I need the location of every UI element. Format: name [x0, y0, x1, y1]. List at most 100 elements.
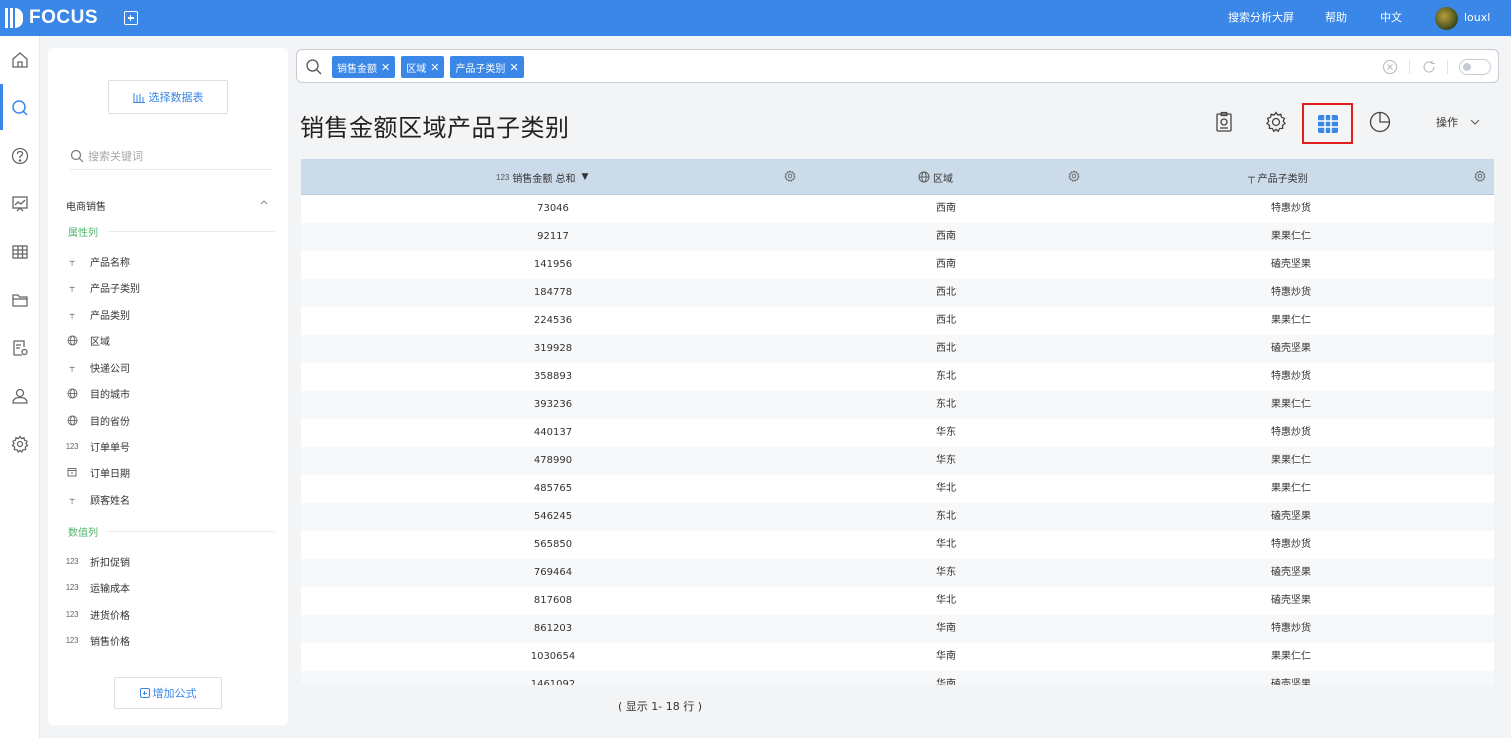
column-item[interactable]: ┬ 顾客姓名: [66, 491, 130, 507]
search-icon[interactable]: [305, 58, 323, 76]
search-icon: [70, 149, 84, 162]
table-cell: 西南: [936, 231, 956, 242]
chevron-down-icon: [1470, 119, 1480, 125]
table-row[interactable]: 485765 华北 果果仁仁: [301, 475, 1494, 503]
column-item[interactable]: ┬ 产品子类别: [66, 279, 140, 295]
column-item[interactable]: 订单日期: [66, 464, 130, 480]
column-settings-icon[interactable]: [784, 170, 796, 182]
table-row[interactable]: 141956 西南 磕壳坚果: [301, 251, 1494, 279]
nav-language[interactable]: 中文: [1380, 0, 1402, 36]
search-icon[interactable]: [10, 98, 30, 118]
nav-search-dashboard[interactable]: 搜索分析大屏: [1228, 0, 1294, 36]
table-cell: 1030654: [530, 651, 576, 662]
geo-type-icon: [66, 387, 78, 399]
home-icon[interactable]: [10, 50, 30, 70]
column-header-region[interactable]: 区域: [918, 159, 953, 195]
divider: [108, 531, 275, 532]
pie-chart-icon[interactable]: [1368, 110, 1392, 134]
column-item[interactable]: ┬ 快递公司: [66, 359, 130, 375]
table-row[interactable]: 478990 华东 果果仁仁: [301, 447, 1494, 475]
table-row[interactable]: 224536 西北 果果仁仁: [301, 307, 1494, 335]
user-icon[interactable]: [10, 386, 30, 406]
table-icon[interactable]: [10, 242, 30, 262]
clipboard-icon[interactable]: [1212, 110, 1236, 134]
table-row[interactable]: 817608 华北 磕壳坚果: [301, 587, 1494, 615]
add-formula-button[interactable]: 增加公式: [114, 677, 222, 709]
date-type-icon: [66, 466, 78, 478]
column-item[interactable]: 目的城市: [66, 385, 130, 401]
table-row[interactable]: 184778 西北 特惠炒货: [301, 279, 1494, 307]
column-settings-icon[interactable]: [1068, 170, 1080, 182]
table-group-title[interactable]: 电商销售: [66, 198, 106, 213]
table-row[interactable]: 440137 华东 特惠炒货: [301, 419, 1494, 447]
table-cell: 华北: [936, 595, 956, 606]
table-cell: 果果仁仁: [1271, 455, 1311, 466]
column-item[interactable]: 123 折扣促销: [66, 553, 130, 569]
number-type-icon: 123: [65, 582, 79, 592]
operations-dropdown[interactable]: 操作: [1436, 114, 1480, 130]
column-item[interactable]: ┬ 产品名称: [66, 253, 130, 269]
help-icon[interactable]: [10, 146, 30, 166]
chevron-up-icon[interactable]: [260, 198, 268, 206]
toggle-switch[interactable]: [1459, 59, 1491, 75]
column-item[interactable]: 目的省份: [66, 412, 130, 428]
add-formula-label: 增加公式: [152, 687, 197, 700]
column-item[interactable]: 123 订单单号: [66, 438, 130, 454]
search-bar[interactable]: 销售金额 ✕ 区域 ✕ 产品子类别 ✕: [296, 49, 1499, 83]
report-settings-icon[interactable]: [10, 338, 30, 358]
column-item[interactable]: 123 进货价格: [66, 606, 130, 622]
main-area: 销售金额 ✕ 区域 ✕ 产品子类别 ✕ 销售金额区域产品子类别 操作 123 销售: [296, 48, 1503, 730]
folder-icon[interactable]: [10, 290, 30, 310]
table-row[interactable]: 73046 西南 特惠炒货: [301, 195, 1494, 223]
table-cell: 西南: [936, 259, 956, 270]
table-row[interactable]: 565850 华北 特惠炒货: [301, 531, 1494, 559]
column-header-sales[interactable]: 123 销售金额 总和 ▼: [496, 159, 588, 195]
table-row[interactable]: 546245 东北 磕壳坚果: [301, 503, 1494, 531]
table-row[interactable]: 1461092 华南 磕壳坚果: [301, 671, 1494, 685]
column-item[interactable]: 123 运输成本: [66, 579, 130, 595]
username[interactable]: louxl: [1464, 0, 1490, 36]
table-row[interactable]: 769464 华东 磕壳坚果: [301, 559, 1494, 587]
column-header-subcategory[interactable]: ┬ 产品子类别: [1248, 159, 1308, 195]
clear-circle-icon[interactable]: [1382, 59, 1398, 75]
refresh-icon[interactable]: [1421, 59, 1437, 75]
new-tab-plus-icon[interactable]: [124, 11, 138, 25]
number-type-icon: 123: [65, 556, 79, 566]
close-icon[interactable]: ✕: [509, 61, 518, 74]
gear-icon[interactable]: [10, 434, 30, 454]
table-row[interactable]: 319928 西北 磕壳坚果: [301, 335, 1494, 363]
search-token[interactable]: 销售金额 ✕: [332, 56, 396, 78]
column-item[interactable]: 区域: [66, 332, 110, 348]
table-row[interactable]: 92117 西南 果果仁仁: [301, 223, 1494, 251]
table-cell: 东北: [936, 399, 956, 410]
dashboard-icon[interactable]: [10, 194, 30, 214]
geo-type-icon: [66, 334, 78, 346]
geo-type-icon: [918, 171, 930, 183]
table-view-button[interactable]: [1302, 103, 1353, 144]
text-type-icon: ┬: [69, 256, 75, 266]
column-item[interactable]: ┬ 产品类别: [66, 306, 130, 322]
close-icon[interactable]: ✕: [430, 61, 439, 74]
number-type-icon: 123: [65, 635, 79, 645]
table-row[interactable]: 1030654 华南 果果仁仁: [301, 643, 1494, 671]
nav-help[interactable]: 帮助: [1325, 0, 1347, 36]
table-cell: 485765: [533, 483, 573, 494]
table-row[interactable]: 393236 东北 果果仁仁: [301, 391, 1494, 419]
search-token[interactable]: 区域 ✕: [401, 56, 445, 78]
table-row[interactable]: 861203 华南 特惠炒货: [301, 615, 1494, 643]
avatar[interactable]: [1435, 7, 1458, 30]
table-cell: 磕壳坚果: [1271, 679, 1311, 685]
table-cell: 西北: [936, 343, 956, 354]
select-table-button[interactable]: 选择数据表: [108, 80, 228, 114]
close-icon[interactable]: ✕: [381, 61, 390, 74]
column-settings-icon[interactable]: [1474, 170, 1486, 182]
column-item[interactable]: 123 销售价格: [66, 632, 130, 648]
table-row[interactable]: 358893 东北 特惠炒货: [301, 363, 1494, 391]
keyword-search-input[interactable]: 搜索关键词: [70, 142, 272, 170]
attribute-section-label: 属性列: [68, 228, 98, 239]
focus-logo[interactable]: FOCUS: [5, 6, 98, 30]
table-cell: 果果仁仁: [1271, 231, 1311, 242]
gear-icon[interactable]: [1264, 110, 1288, 134]
search-token[interactable]: 产品子类别 ✕: [450, 56, 524, 78]
sort-desc-icon[interactable]: ▼: [582, 172, 589, 182]
